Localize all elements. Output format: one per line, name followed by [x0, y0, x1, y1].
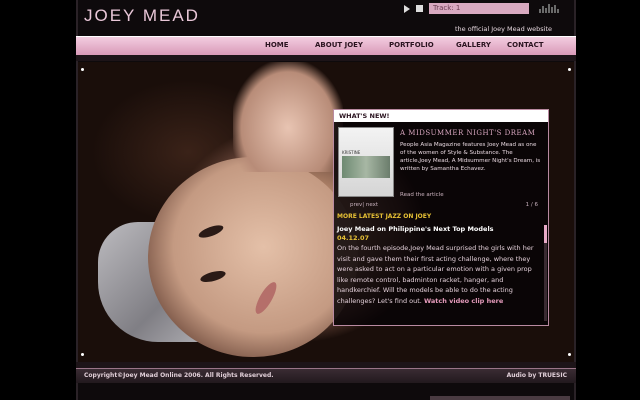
nav-portfolio[interactable]: PORTFOLIO — [389, 41, 434, 49]
corner-dot-icon — [81, 353, 84, 356]
equalizer-icon — [539, 4, 559, 13]
feature-thumbnail[interactable]: KRISTINE — [338, 127, 394, 197]
copyright-text: Copyright©Joey Mead Online 2006. All Rig… — [84, 372, 274, 379]
news-date: 04.12.07 — [337, 234, 370, 242]
hero-face — [148, 157, 358, 357]
nav-gallery[interactable]: GALLERY — [456, 41, 491, 49]
more-news-heading: MORE LATEST JAZZ ON JOEY — [337, 213, 432, 220]
news-body: On the fourth episode,Joey Mead surprise… — [337, 243, 537, 306]
track-display: Track: 1 — [429, 3, 529, 14]
corner-dot-icon — [568, 68, 571, 71]
feature-thumbnail-text: KRISTINE — [342, 150, 361, 155]
prev-next-links[interactable]: prev| next — [350, 202, 378, 208]
main-nav: HOME ABOUT JOEY PORTFOLIO GALLERY CONTAC… — [76, 36, 576, 55]
news-scrollbar-thumb[interactable] — [544, 225, 547, 243]
feature-body: People Asia Magazine features Joey Mead … — [400, 142, 541, 172]
header-divider — [76, 55, 576, 61]
news-title[interactable]: Joey Mead on Philippine's Next Top Model… — [337, 225, 494, 233]
watch-video-link[interactable]: Watch video clip here — [424, 297, 503, 305]
site-logo[interactable]: JOEY MEAD — [84, 6, 200, 26]
play-icon[interactable] — [404, 4, 410, 13]
feature-title: A MIDSUMMER NIGHT'S DREAM — [400, 129, 536, 137]
nav-home[interactable]: HOME — [265, 41, 289, 49]
read-article-link[interactable]: Read the article — [400, 192, 444, 198]
feature-counter: 1 / 6 — [525, 202, 538, 208]
nav-contact[interactable]: CONTACT — [507, 41, 544, 49]
audio-credit[interactable]: Audio by TRUESIC — [507, 372, 567, 379]
bottom-bar — [430, 396, 570, 400]
footer: Copyright©Joey Mead Online 2006. All Rig… — [76, 368, 576, 383]
stop-icon[interactable] — [416, 5, 423, 12]
whats-new-heading: WHAT'S NEW! — [334, 110, 548, 122]
audio-player: Track: 1 — [404, 3, 559, 14]
nav-about-joey[interactable]: ABOUT JOEY — [315, 41, 363, 49]
hero-hand — [233, 62, 343, 172]
whats-new-panel: WHAT'S NEW! KRISTINE A MIDSUMMER NIGHT'S… — [333, 109, 549, 326]
feature-thumbnail-image — [342, 156, 390, 178]
corner-dot-icon — [568, 353, 571, 356]
news-scrollbar[interactable] — [544, 225, 547, 321]
news-body-text: On the fourth episode,Joey Mead surprise… — [337, 244, 534, 305]
site-tagline: the official Joey Mead website — [455, 25, 552, 33]
corner-dot-icon — [81, 68, 84, 71]
